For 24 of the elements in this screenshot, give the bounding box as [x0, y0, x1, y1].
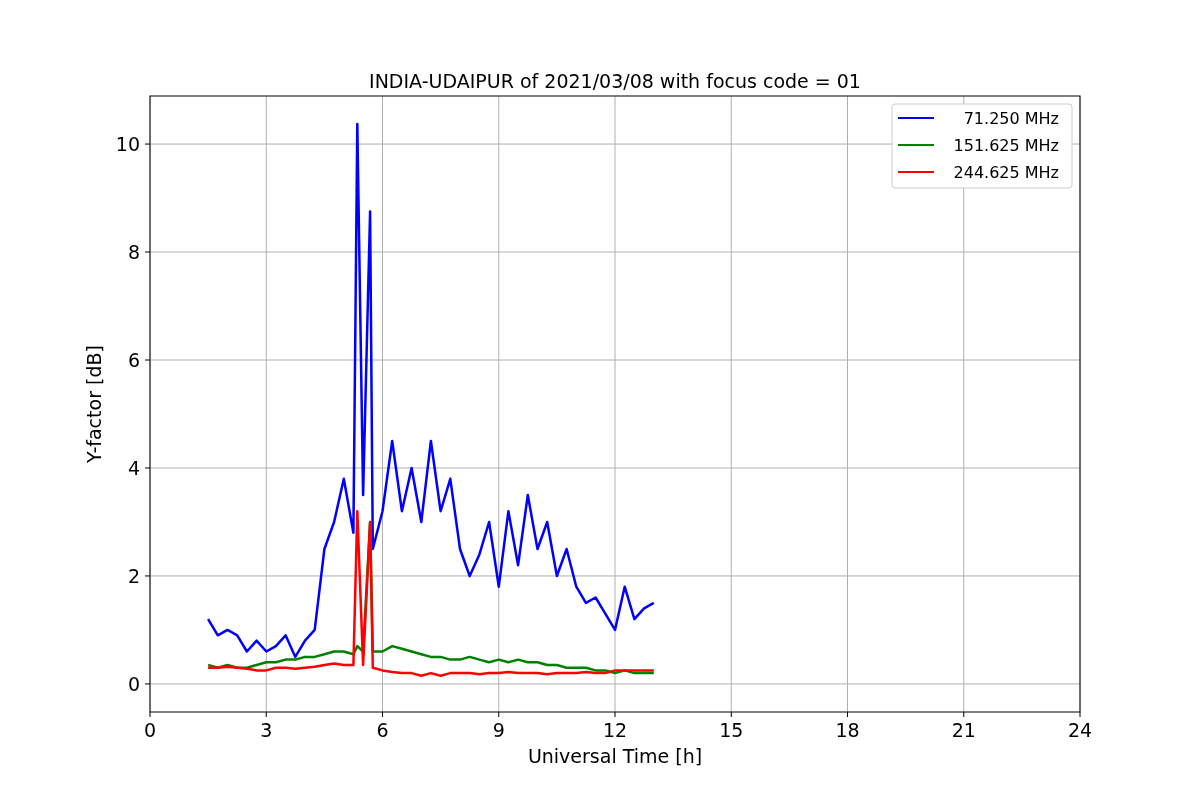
y-tick-label: 6	[127, 349, 140, 371]
legend-line	[897, 144, 935, 146]
y-tick-label: 8	[127, 241, 140, 263]
legend-line	[897, 117, 935, 119]
x-tick-label: 3	[260, 719, 273, 741]
x-tick-label: 9	[492, 719, 505, 741]
x-axis-label: Universal Time [h]	[527, 745, 703, 767]
x-tick-label: 18	[835, 719, 860, 741]
y-tick-label: 4	[127, 457, 140, 479]
legend-label: 151.625 MHz	[953, 136, 1059, 155]
x-tick-label: 21	[951, 719, 976, 741]
y-tick-label: 2	[127, 564, 140, 587]
x-tick-label: 6	[376, 719, 389, 741]
chart-title: INDIA-UDAIPUR of 2021/03/08 with focus code = 01	[369, 70, 861, 92]
x-tick-label: 15	[719, 719, 744, 741]
y-tick-label: 0	[127, 672, 140, 695]
legend-line	[897, 171, 935, 173]
x-tick-label: 12	[602, 719, 628, 741]
y-axis-label: Y-factor [dB]	[83, 345, 105, 463]
legend-label: 71.250 MHz	[963, 109, 1059, 128]
y-tick-label: 10	[115, 133, 140, 156]
x-tick-label: 24	[1067, 719, 1093, 741]
x-tick-label: 0	[143, 719, 157, 741]
legend-label: 244.625 MHz	[953, 163, 1059, 182]
